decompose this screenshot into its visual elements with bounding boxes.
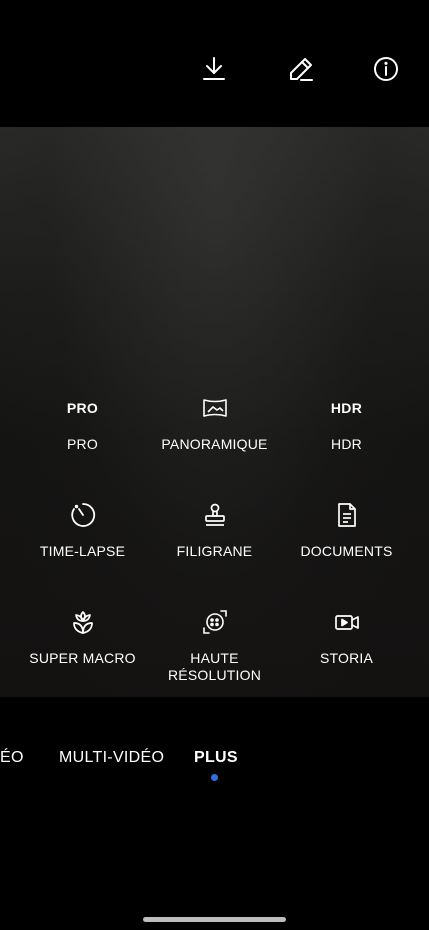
video-story-icon <box>334 604 360 640</box>
download-icon[interactable] <box>197 52 231 86</box>
mode-label: PANORAMIQUE <box>161 436 268 452</box>
mode-label: DOCUMENTS <box>300 543 393 559</box>
mode-haute-resolution[interactable]: HAUTE RÉSOLUTION <box>143 604 286 704</box>
pro-icon: PRO <box>66 400 99 416</box>
mode-label: TIME-LAPSE <box>39 543 126 559</box>
hdr-icon: HDR <box>330 400 363 416</box>
mode-filigrane[interactable]: FILIGRANE <box>143 497 286 597</box>
tab-multi-video[interactable]: MULTI-VIDÉO <box>59 749 164 767</box>
flower-icon <box>70 604 96 640</box>
active-tab-indicator <box>211 774 218 781</box>
tab-video[interactable]: ÉO <box>0 749 24 767</box>
mode-selector-bar: ÉO MULTI-VIDÉO PLUS <box>0 697 429 817</box>
info-icon[interactable] <box>369 52 403 86</box>
mode-label: SUPER MACRO <box>29 650 136 666</box>
mode-grid: PRO PRO PANORAMIQUE HDR HDR TIME-LAPSE F… <box>0 390 429 690</box>
mode-super-macro[interactable]: SUPER MACRO <box>11 604 154 704</box>
edit-icon[interactable] <box>284 52 318 86</box>
mode-pro[interactable]: PRO PRO <box>11 390 154 490</box>
top-bar <box>0 0 429 127</box>
panorama-icon <box>202 390 228 426</box>
stamp-icon <box>202 497 228 533</box>
tab-plus[interactable]: PLUS <box>194 749 238 767</box>
mode-label: PRO <box>67 436 98 452</box>
mode-label: HAUTE RÉSOLUTION <box>167 650 261 683</box>
mode-storia[interactable]: STORIA <box>275 604 418 704</box>
mode-documents[interactable]: DOCUMENTS <box>275 497 418 597</box>
mode-label: STORIA <box>319 650 374 666</box>
mode-hdr[interactable]: HDR HDR <box>275 390 418 490</box>
mode-label: FILIGRANE <box>176 543 253 559</box>
high-res-icon <box>202 604 228 640</box>
mode-label: HDR <box>331 436 362 452</box>
timelapse-icon <box>70 497 96 533</box>
mode-panoramique[interactable]: PANORAMIQUE <box>143 390 286 490</box>
mode-time-lapse[interactable]: TIME-LAPSE <box>11 497 154 597</box>
home-indicator[interactable] <box>143 917 286 922</box>
document-icon <box>334 497 360 533</box>
